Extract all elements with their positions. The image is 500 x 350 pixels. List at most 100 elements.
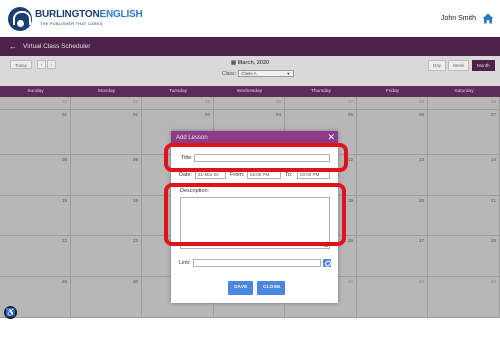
save-button[interactable]: SAVE [228,281,253,295]
day-number: 13 [418,157,424,162]
day-number: 29 [61,279,67,284]
chevron-down-icon: ▼ [286,71,291,76]
view-month-button[interactable]: Month [472,60,495,71]
view-week-button[interactable]: Week [448,60,470,71]
date-label: Date: [179,172,193,178]
day-number: 16 [132,198,138,203]
calendar-day-cell[interactable]: 13 [357,155,428,196]
close-icon[interactable]: ✕ [327,132,335,142]
day-number: 22 [61,238,67,243]
calendar-day-cell[interactable]: 22 [0,236,71,277]
calendar-day-cell[interactable]: 02 [71,110,142,155]
day-number: 02 [347,279,353,284]
day-header-wednesday: Wednesday [214,86,285,97]
class-select[interactable]: Class A ▼ [238,70,295,77]
to-time-input[interactable]: 03:00 PM [297,171,330,179]
to-label: To: [285,172,293,178]
class-select-value: Class A [241,71,257,76]
calendar-day-cell[interactable]: 08 [0,155,71,196]
day-number: 21 [490,198,496,203]
calendar-day-cell[interactable]: 04 [428,277,500,318]
logo-light: ENGLISH [99,9,143,20]
day-number: 28 [418,99,424,104]
day-number: 02 [132,112,138,117]
calendar-day-cell[interactable]: 01 [0,110,71,155]
day-number: 04 [275,112,281,117]
user-name[interactable]: John Smith [441,15,476,22]
class-label: Class: [222,70,236,77]
top-header: BURLINGTONENGLISH THE PUBLISHER THAT CAR… [0,0,500,37]
calendar-day-cell[interactable]: 28 [428,236,500,277]
day-header-monday: Monday [71,86,142,97]
date-input[interactable]: 31-Mar-20 [195,171,226,179]
calendar-day-cell[interactable]: 15 [0,196,71,236]
app-title: Virtual Class Scheduler [23,43,91,50]
day-number: 26 [347,238,353,243]
calendar-day-cell[interactable]: 30 [71,277,142,318]
from-label: From: [230,172,245,178]
calendar-day-cell[interactable]: 06 [357,110,428,155]
day-number: 08 [61,157,67,162]
calendar-day-cell[interactable]: 26 [214,97,285,110]
day-header-saturday: Saturday [428,86,500,97]
app-title-bar: ← Virtual Class Scheduler [0,37,500,56]
day-number: 03 [204,112,210,117]
day-number: 07 [490,112,496,117]
day-number: 05 [347,112,353,117]
link-input[interactable] [193,259,321,267]
calendar-day-cell[interactable]: 21 [428,196,500,236]
logo-mark-icon [8,7,32,31]
logo-tagline: THE PUBLISHER THAT CARES [40,21,103,26]
calendar-day-cell[interactable]: 28 [357,97,428,110]
calendar-icon: ▦ [230,60,238,66]
calendar-day-cell[interactable]: 14 [428,155,500,196]
calendar-day-cell[interactable]: 23 [0,97,71,110]
accessibility-icon[interactable]: ♿ [4,306,17,319]
day-header-thursday: Thursday [285,86,357,97]
from-time-input[interactable]: 02:00 PM [247,171,281,179]
day-number: 23 [61,99,67,104]
dialog-title: Add Lesson [176,135,208,141]
day-header-sunday: Sunday [0,86,71,97]
calendar-day-cell[interactable]: 07 [428,110,500,155]
day-number: 14 [490,157,496,162]
calendar-month: March, 2020 [237,60,270,66]
calendar-day-cell[interactable]: 03 [357,277,428,318]
calendar-day-cell[interactable]: 27 [285,97,357,110]
arrow-left-icon[interactable]: ← [9,42,17,51]
day-number: 28 [490,238,496,243]
close-button[interactable]: CLOSE [257,281,285,295]
day-number: 23 [132,238,138,243]
day-number: 26 [275,99,281,104]
day-number: 24 [132,99,138,104]
calendar-day-cell[interactable]: 25 [142,97,214,110]
day-number: 06 [418,112,424,117]
logo-bold: BURLINGTON [35,9,100,20]
highlight-description-field [164,183,346,246]
calendar-day-cell[interactable]: 20 [357,196,428,236]
app-window: BURLINGTONENGLISH THE PUBLISHER THAT CAR… [0,0,500,350]
day-number: 09 [132,157,138,162]
highlight-title-field [164,143,348,172]
day-header-tuesday: Tuesday [142,86,214,97]
home-icon[interactable] [482,13,494,24]
calendar-day-cell[interactable]: 09 [71,155,142,196]
calendar-day-cell[interactable]: 29 [428,97,500,110]
calendar-toolbar: Today ‹ › ▦ March, 2020 Class: Class A ▼ … [0,56,500,86]
day-number: 27 [347,99,353,104]
logo-name: BURLINGTONENGLISH [35,9,143,20]
day-number: 01 [61,112,67,117]
calendar-day-cell[interactable]: 23 [71,236,142,277]
day-number: 19 [347,198,353,203]
day-number: 03 [418,279,424,284]
calendar-day-cell[interactable]: 24 [71,97,142,110]
calendar-day-cell[interactable]: 16 [71,196,142,236]
view-day-button[interactable]: Day [428,60,447,71]
day-number: 12 [347,157,353,162]
day-number: 25 [204,99,210,104]
calendar-day-cell[interactable]: 27 [357,236,428,277]
calendar-title: ▦ March, 2020 [0,60,500,66]
day-number: 15 [61,198,67,203]
link-icon[interactable] [323,259,331,267]
logo[interactable]: BURLINGTONENGLISH THE PUBLISHER THAT CAR… [8,7,143,33]
